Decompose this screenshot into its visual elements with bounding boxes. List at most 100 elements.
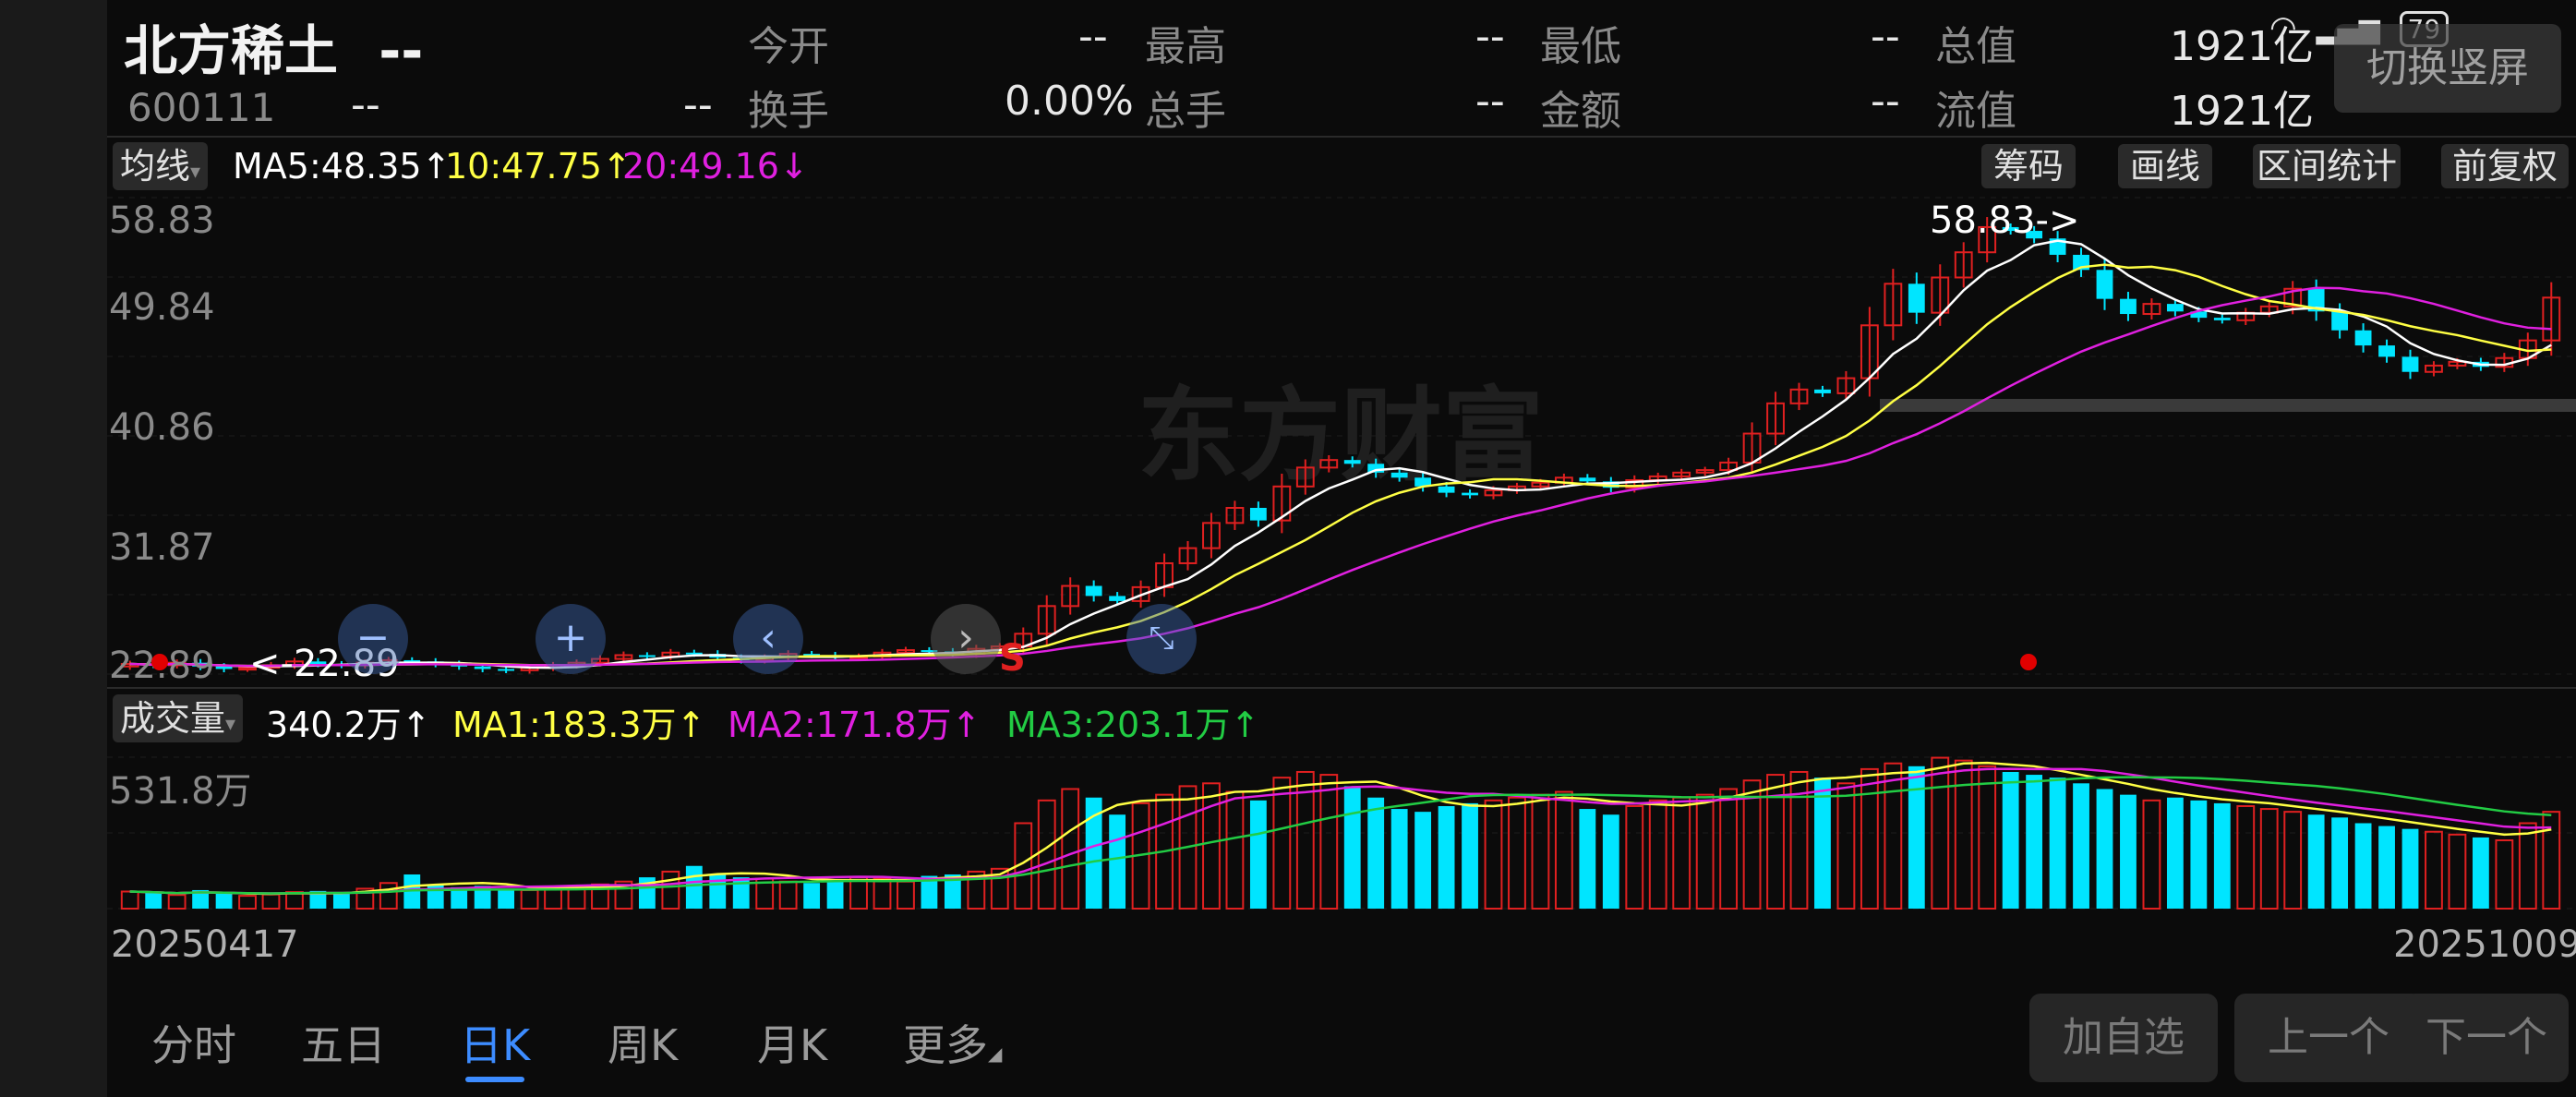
candle-up <box>1508 485 1526 491</box>
ma20-line <box>129 286 2552 668</box>
volume-bar-down <box>1085 797 1102 909</box>
wifi-icon: ◠ <box>2269 9 2297 46</box>
tab-weekly-k[interactable]: 周K <box>608 1012 678 1073</box>
volume-bar-down <box>2354 823 2372 909</box>
volume-bar-down <box>332 893 350 909</box>
next-stock-button[interactable]: 下一个 <box>2404 994 2569 1082</box>
volume-bar-down <box>427 884 444 909</box>
volume-bar-down <box>2307 814 2325 909</box>
volume-bar-up <box>1695 793 1715 910</box>
candle-down <box>2331 311 2349 331</box>
price-band <box>1880 399 2576 412</box>
volume-bar-down <box>685 865 703 909</box>
ma-selector-label: 均线 <box>120 146 191 187</box>
candle-up <box>1625 478 1644 489</box>
volume-bar-up <box>1836 782 1856 910</box>
candle-up <box>1484 488 1503 497</box>
volume-bar-up <box>1931 756 1950 910</box>
total-value-label: 总值 <box>1935 23 2016 70</box>
volume-bar-down <box>803 883 821 909</box>
candle-up <box>1554 476 1573 484</box>
volume-bar-down <box>2120 794 2137 909</box>
candle-up <box>661 651 680 657</box>
zoom-out-icon[interactable]: − <box>338 604 408 674</box>
tab-five-day[interactable]: 五日 <box>301 1012 386 1073</box>
volume-bar-down <box>474 886 491 909</box>
high-value: -- <box>1475 13 1505 60</box>
volume-bar-up <box>1225 790 1245 910</box>
volume-bar-down <box>944 874 961 909</box>
event-dot-left <box>151 654 168 670</box>
volume-bar-up <box>1531 793 1550 910</box>
stock-name-text: 北方稀土 <box>124 19 339 82</box>
volume-bar-up <box>1648 799 1667 910</box>
volume-bar-down <box>451 886 468 909</box>
candle-up <box>1954 251 1973 279</box>
scroll-right-icon[interactable]: › <box>931 604 1001 674</box>
volume-readout: 340.2万↑ <box>266 705 431 745</box>
draw-line-button[interactable]: 画线 <box>2118 144 2212 188</box>
zoom-in-icon[interactable]: + <box>536 604 606 674</box>
range-stats-button[interactable]: 区间统计 <box>2253 144 2401 188</box>
volume-bar-up <box>544 886 562 910</box>
volume-bar-down <box>2096 789 2113 909</box>
candle-up <box>2425 364 2443 373</box>
volume-bar-down <box>638 877 656 909</box>
ma10-line <box>129 263 2552 668</box>
volume-bar-up <box>238 895 257 910</box>
volume-ma2-line <box>129 767 2552 895</box>
tab-monthly-k[interactable]: 月K <box>757 1012 827 1073</box>
volume-bar-up <box>614 880 633 910</box>
end-date: 20251009 <box>2393 923 2576 966</box>
watermark: 东方财富 <box>1138 380 1544 493</box>
volume-bar-down <box>1343 786 1361 909</box>
tab-daily-k[interactable]: 日K <box>460 1012 530 1073</box>
chips-button[interactable]: 筹码 <box>1981 144 2076 188</box>
candle-down <box>2213 318 2231 320</box>
volume-bar-down <box>2331 817 2349 909</box>
candle-up <box>1836 377 1856 394</box>
volume-bar-down <box>1414 812 1432 909</box>
switch-portrait-button[interactable]: 切换竖屏 <box>2334 24 2561 113</box>
candle-down <box>2472 361 2489 368</box>
volume-bar-up <box>873 877 892 910</box>
high-annotation: 58.83-> <box>1930 199 2080 242</box>
candle-down <box>1462 492 1478 496</box>
candle-down <box>1414 477 1432 487</box>
volume-bar-up <box>1484 799 1503 910</box>
candle-down <box>451 664 468 667</box>
candle-up <box>873 651 892 657</box>
scroll-left-icon[interactable]: ‹ <box>733 604 803 674</box>
volume-bar-up <box>1554 790 1573 910</box>
candle-down <box>2190 311 2208 319</box>
volume-bar-up <box>897 880 915 910</box>
price-label-4: 31.87 <box>109 526 215 569</box>
open-value: -- <box>1078 13 1108 60</box>
candle-down <box>2354 330 2372 346</box>
candle-down <box>803 654 821 657</box>
ma-selector[interactable]: 均线▾ <box>113 142 209 190</box>
volume-bar-up <box>1719 788 1739 910</box>
collapse-icon[interactable]: ⤡ <box>1126 604 1197 674</box>
stock-price-change: -- <box>351 81 380 128</box>
volume-bar-up <box>120 890 139 910</box>
volume-bar-down <box>2401 828 2419 909</box>
volume-bar-down <box>826 880 844 909</box>
tab-intraday[interactable]: 分时 <box>151 1012 236 1073</box>
volume-bar-down <box>732 877 750 909</box>
high-label: 最高 <box>1145 23 1226 70</box>
volume-bar-up <box>2283 811 2303 910</box>
stock-change-percent: -- <box>683 81 713 128</box>
add-watchlist-button[interactable]: 加自选 <box>2029 994 2218 1082</box>
candle-down <box>2120 298 2137 315</box>
tab-more[interactable]: 更多◢ <box>903 1012 1002 1073</box>
previous-stock-button[interactable]: 上一个 <box>2234 994 2423 1082</box>
amount-value: -- <box>1871 78 1900 125</box>
volume-bar-up <box>661 870 680 910</box>
volume-bar-down <box>2166 797 2184 909</box>
candle-up <box>2259 305 2279 314</box>
candle-up <box>1672 471 1691 477</box>
candle-down <box>638 655 656 657</box>
forward-adjust-button[interactable]: 前复权 <box>2441 144 2569 188</box>
volume-selector[interactable]: 成交量▾ <box>113 694 244 742</box>
